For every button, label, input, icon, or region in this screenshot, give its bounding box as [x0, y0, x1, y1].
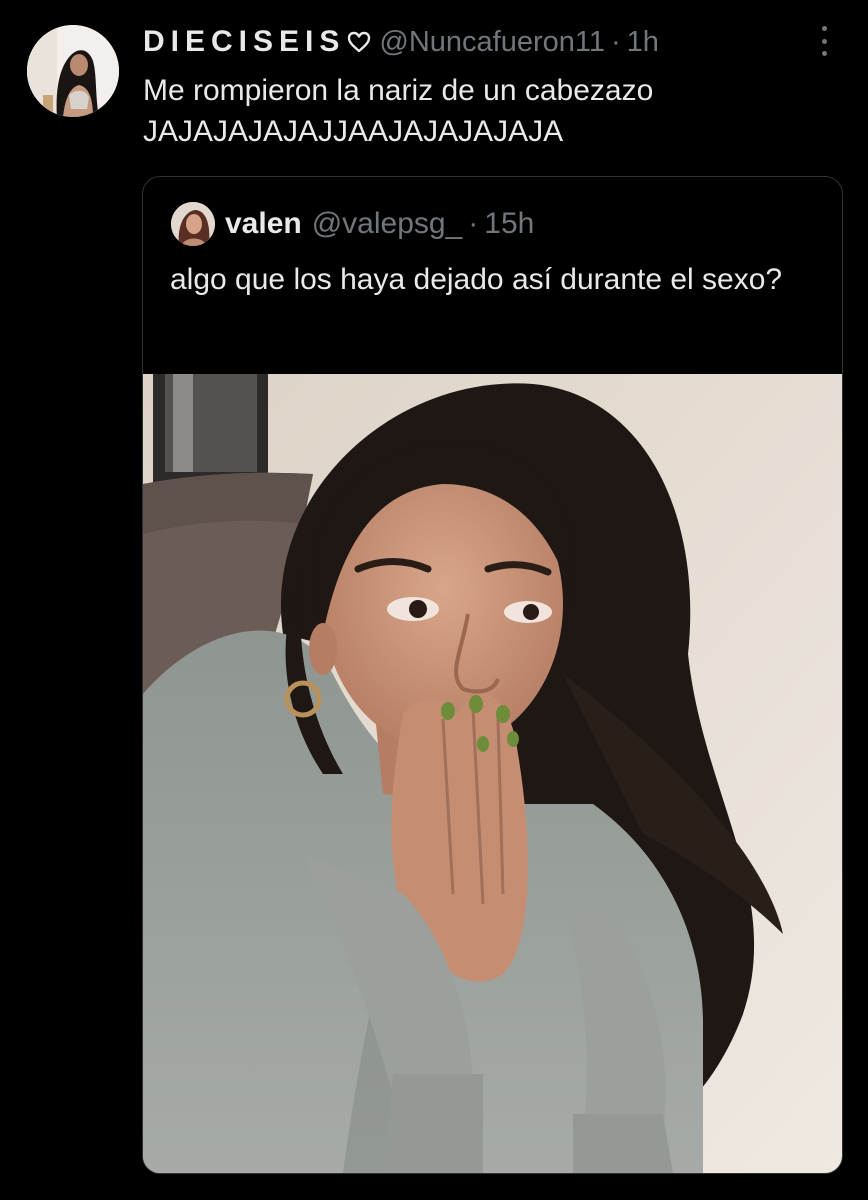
- tweet-text: Me rompieron la nariz de un cabezazo JAJ…: [143, 74, 654, 148]
- quoted-tweet-text: algo que los haya dejado así durante el …: [170, 263, 783, 296]
- quoted-author-avatar[interactable]: [171, 202, 215, 246]
- quoted-separator-dot: ·: [468, 207, 479, 240]
- tweet-timestamp[interactable]: 1h: [627, 26, 659, 59]
- author-handle[interactable]: @Nuncafueron11: [379, 26, 605, 59]
- quoted-display-name[interactable]: valen: [225, 207, 302, 241]
- avatar-photo: [27, 25, 119, 117]
- quoted-handle[interactable]: @valepsg_: [312, 207, 463, 241]
- quoted-timestamp[interactable]: 15h: [484, 207, 534, 241]
- author-display-name[interactable]: DIECISEIS: [143, 25, 345, 59]
- more-vertical-icon[interactable]: [814, 26, 834, 56]
- quoted-avatar-photo: [171, 202, 215, 246]
- photo-woman-covering-mouth: [143, 374, 842, 1173]
- quoted-tweet-header: valen @valepsg_ · 15h: [225, 203, 534, 245]
- heart-outline-icon: [347, 31, 371, 53]
- separator-dot: ·: [610, 25, 621, 58]
- tweet-header: DIECISEIS @Nuncafueron11 · 1h: [143, 24, 848, 60]
- quoted-tweet-photo[interactable]: [143, 374, 842, 1173]
- quoted-tweet-card[interactable]: valen @valepsg_ · 15h algo que los haya …: [142, 176, 843, 1174]
- author-avatar[interactable]: [27, 25, 119, 117]
